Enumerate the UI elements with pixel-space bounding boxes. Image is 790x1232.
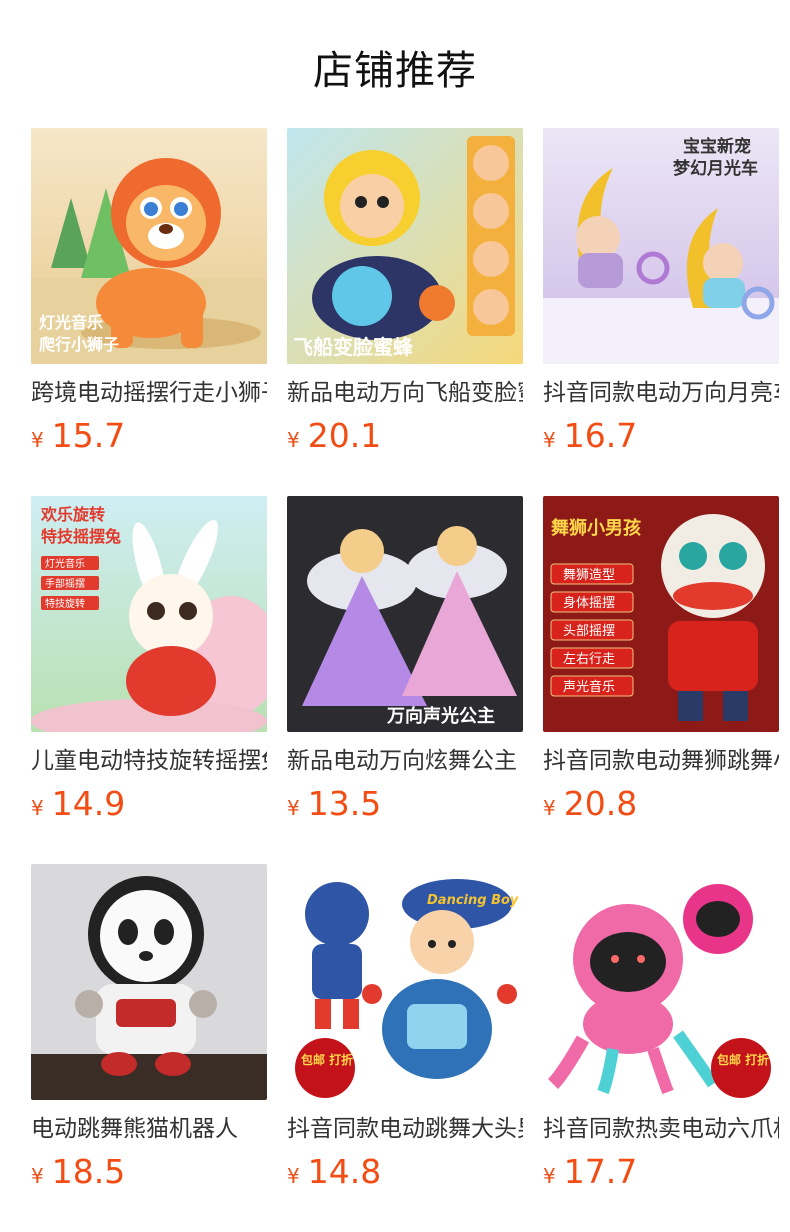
- image-caption: 欢乐旋转: [40, 505, 105, 524]
- price-value: 20.1: [307, 416, 382, 455]
- price-value: 17.7: [563, 1152, 638, 1191]
- page-title: 店铺推荐: [313, 48, 477, 94]
- image-caption: 声光音乐: [563, 679, 615, 695]
- product-price: ¥15.7: [31, 416, 268, 456]
- product-name[interactable]: 跨境电动摇摆行走小狮子: [31, 378, 267, 408]
- currency-symbol: ¥: [31, 1164, 44, 1188]
- product-price: ¥14.8: [287, 1152, 524, 1192]
- product-card[interactable]: 欢乐旋转 特技摇摆兔 灯光音乐 手部摇摆 特技旋转 儿童电动特技旋转摇摆兔 ¥1…: [31, 496, 268, 824]
- price-value: 14.8: [307, 1152, 382, 1191]
- product-name[interactable]: 新品电动万向飞船变脸蜜蜂: [287, 378, 523, 408]
- price-value: 13.5: [307, 784, 382, 823]
- product-card[interactable]: 灯光音乐 爬行小狮子 跨境电动摇摆行走小狮子 ¥15.7: [31, 128, 268, 456]
- princess-toy-image[interactable]: 万向声光公主: [287, 496, 523, 732]
- product-card[interactable]: 电动跳舞熊猫机器人 ¥18.5: [31, 864, 268, 1192]
- product-card[interactable]: 宝宝新宠 梦幻月光车 抖音同款电动万向月亮车 ¥16.7: [543, 128, 780, 456]
- product-card[interactable]: 舞狮小男孩 舞狮造型 身体摇摆 头部摇摆 左右行走 声光音乐 抖音同款电动舞狮跳…: [543, 496, 780, 824]
- image-caption: 身体摇摆: [563, 595, 615, 611]
- product-card[interactable]: 飞船变脸蜜蜂 新品电动万向飞船变脸蜜蜂 ¥20.1: [287, 128, 524, 456]
- moon-car-toy-image[interactable]: 宝宝新宠 梦幻月光车: [543, 128, 779, 364]
- product-card[interactable]: 万向声光公主 新品电动万向炫舞公主 ¥13.5: [287, 496, 524, 824]
- promo-badge: 包邮 打折: [300, 1052, 353, 1067]
- product-name[interactable]: 抖音同款热卖电动六爪机器人: [543, 1114, 779, 1144]
- image-caption: 爬行小狮子: [38, 335, 119, 354]
- product-price: ¥16.7: [543, 416, 780, 456]
- image-caption: 特技旋转: [45, 597, 85, 610]
- price-value: 16.7: [563, 416, 638, 455]
- currency-symbol: ¥: [31, 796, 44, 820]
- image-caption: 梦幻月光车: [673, 158, 758, 179]
- currency-symbol: ¥: [287, 1164, 300, 1188]
- image-caption: 灯光音乐: [39, 313, 103, 332]
- product-name[interactable]: 抖音同款电动舞狮跳舞小男孩: [543, 746, 779, 776]
- currency-symbol: ¥: [543, 796, 556, 820]
- promo-badge: 包邮 打折: [716, 1052, 769, 1067]
- image-caption: 舞狮造型: [563, 568, 615, 583]
- product-price: ¥20.1: [287, 416, 524, 456]
- product-price: ¥17.7: [543, 1152, 780, 1192]
- octopus-robot-toy-image[interactable]: 包邮 打折: [543, 864, 779, 1100]
- rabbit-toy-image[interactable]: 欢乐旋转 特技摇摆兔 灯光音乐 手部摇摆 特技旋转: [31, 496, 267, 732]
- price-value: 20.8: [563, 784, 638, 823]
- product-name[interactable]: 儿童电动特技旋转摇摆兔: [31, 746, 267, 776]
- store-recommendations-page: 店铺推荐 灯光音乐 爬行小狮子 跨境电动摇摆行走小狮子 ¥ 15.7 飞船变脸蜜…: [0, 0, 790, 1232]
- currency-symbol: ¥: [31, 428, 44, 452]
- currency-symbol: ¥: [287, 428, 300, 452]
- price-value: 15.7: [51, 416, 126, 455]
- dancing-boy-toy-image[interactable]: Dancing Boy 包邮 打折: [287, 864, 523, 1100]
- image-caption: 飞船变脸蜜蜂: [293, 335, 414, 359]
- currency-symbol: ¥: [287, 796, 300, 820]
- product-card[interactable]: Dancing Boy 包邮 打折 抖音同款电动跳舞大头男孩 ¥14.8: [287, 864, 524, 1192]
- product-card[interactable]: 包邮 打折 抖音同款热卖电动六爪机器人 ¥17.7: [543, 864, 780, 1192]
- currency-symbol: ¥: [543, 1164, 556, 1188]
- product-price: ¥14.9: [31, 784, 268, 824]
- currency-symbol: ¥: [543, 428, 556, 452]
- image-caption: Dancing Boy: [427, 893, 519, 908]
- bee-toy-image[interactable]: 飞船变脸蜜蜂: [287, 128, 523, 364]
- image-caption: 宝宝新宠: [683, 136, 751, 157]
- image-caption: 灯光音乐: [45, 557, 85, 570]
- price-value: 18.5: [51, 1152, 126, 1191]
- price-value: 14.9: [51, 784, 126, 823]
- product-name[interactable]: 抖音同款电动万向月亮车: [543, 378, 779, 408]
- product-name[interactable]: 新品电动万向炫舞公主: [287, 746, 523, 776]
- image-caption: 舞狮小男孩: [551, 517, 641, 539]
- panda-robot-toy-image[interactable]: [31, 864, 267, 1100]
- lion-toy-image[interactable]: 灯光音乐 爬行小狮子: [31, 128, 267, 364]
- image-caption: 万向声光公主: [386, 705, 495, 727]
- product-price: ¥13.5: [287, 784, 524, 824]
- product-price: ¥20.8: [543, 784, 780, 824]
- product-name[interactable]: 抖音同款电动跳舞大头男孩: [287, 1114, 523, 1144]
- image-caption: 左右行走: [563, 652, 615, 667]
- image-caption: 特技摇摆兔: [41, 527, 121, 546]
- product-price: ¥18.5: [31, 1152, 268, 1192]
- lion-dance-toy-image[interactable]: 舞狮小男孩 舞狮造型 身体摇摆 头部摇摆 左右行走 声光音乐: [543, 496, 779, 732]
- product-name[interactable]: 电动跳舞熊猫机器人: [31, 1114, 267, 1144]
- image-caption: 手部摇摆: [45, 577, 85, 590]
- image-caption: 头部摇摆: [563, 624, 615, 639]
